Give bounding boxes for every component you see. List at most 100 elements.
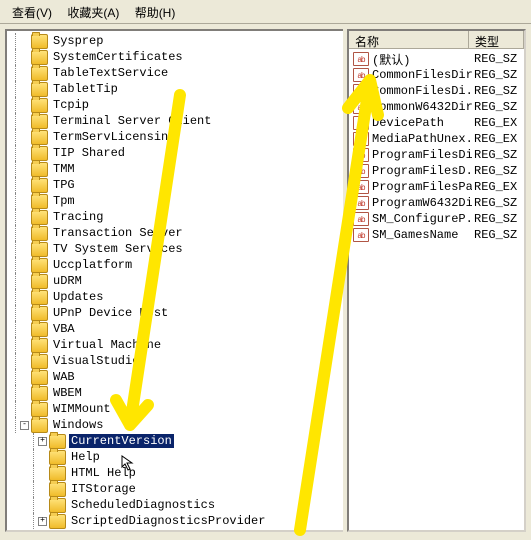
value-name: CommonFilesDir (372, 68, 472, 82)
collapse-icon[interactable]: - (20, 421, 29, 430)
string-value-icon: ab (353, 196, 369, 210)
tree-item-label: Virtual Machine (51, 338, 163, 352)
string-value-icon: ab (353, 84, 369, 98)
tree-item-html-help[interactable]: HTML Help (7, 465, 343, 481)
tree-item-label: ScriptedDiagnosticsProvider (69, 514, 267, 528)
tree-item-label: WIMMount (51, 402, 113, 416)
no-expander (38, 453, 47, 462)
tree-item-transaction-server[interactable]: Transaction Server (7, 225, 343, 241)
tree-item-wbem[interactable]: WBEM (7, 385, 343, 401)
tree-item-wab[interactable]: WAB (7, 369, 343, 385)
value-row[interactable]: abProgramFilesDirREG_SZ (349, 147, 524, 163)
no-expander (38, 469, 47, 478)
tree-item-tpm[interactable]: Tpm (7, 193, 343, 209)
registry-tree-scroll[interactable]: SysprepSystemCertificatesTableTextServic… (7, 31, 343, 530)
tree-item-tpg[interactable]: TPG (7, 177, 343, 193)
tree-item-itstorage[interactable]: ITStorage (7, 481, 343, 497)
value-type: REG_EX (472, 180, 517, 194)
value-type: REG_SZ (472, 68, 517, 82)
tree-item-currentversion[interactable]: + CurrentVersion (7, 433, 343, 449)
tree-item-tip-shared[interactable]: TIP Shared (7, 145, 343, 161)
tree-item-udrm[interactable]: uDRM (7, 273, 343, 289)
value-name: MediaPathUnex... (372, 132, 472, 146)
folder-icon (31, 130, 48, 145)
value-name: (默认) (372, 51, 472, 68)
tree-item-scheduleddiagnostics[interactable]: ScheduledDiagnostics (7, 497, 343, 513)
no-expander (20, 293, 29, 302)
tree-item-tv-system-services[interactable]: TV System Services (7, 241, 343, 257)
tree-item-tcpip[interactable]: Tcpip (7, 97, 343, 113)
tree-item-virtual-machine[interactable]: Virtual Machine (7, 337, 343, 353)
tree-item-label: Uccplatform (51, 258, 134, 272)
no-expander (20, 149, 29, 158)
expand-icon[interactable]: + (38, 517, 47, 526)
value-name: ProgramW6432Dir (372, 196, 472, 210)
tree-item-tracing[interactable]: Tracing (7, 209, 343, 225)
value-row[interactable]: abProgramFilesPathREG_EX (349, 179, 524, 195)
tree-item-tablettip[interactable]: TabletTip (7, 81, 343, 97)
folder-icon (31, 34, 48, 49)
value-type: REG_SZ (472, 84, 517, 98)
no-expander (20, 197, 29, 206)
tree-item-label: Terminal Server Client (51, 114, 213, 128)
tree-item-tabletextservice[interactable]: TableTextService (7, 65, 343, 81)
value-row[interactable]: abDevicePathREG_EX (349, 115, 524, 131)
no-expander (20, 37, 29, 46)
menu-view[interactable]: 查看(V) (6, 0, 58, 21)
value-row[interactable]: abSM_ConfigureP...REG_SZ (349, 211, 524, 227)
value-row[interactable]: abCommonFilesDi...REG_SZ (349, 83, 524, 99)
tree-item-uccplatform[interactable]: Uccplatform (7, 257, 343, 273)
value-type: REG_SZ (472, 228, 517, 242)
column-name[interactable]: 名称 (349, 31, 469, 48)
folder-icon (31, 370, 48, 385)
tree-item-systemcertificates[interactable]: SystemCertificates (7, 49, 343, 65)
value-type: REG_EX (472, 116, 517, 130)
tree-item-wimmount[interactable]: WIMMount (7, 401, 343, 417)
column-type[interactable]: 类型 (469, 31, 524, 48)
value-type: REG_EX (472, 132, 517, 146)
no-expander (20, 277, 29, 286)
tree-item-tmm[interactable]: TMM (7, 161, 343, 177)
tree-item-visualstudio[interactable]: VisualStudio (7, 353, 343, 369)
tree-item-label: CurrentVersion (69, 434, 174, 448)
value-row[interactable]: abCommonFilesDirREG_SZ (349, 67, 524, 83)
no-expander (20, 101, 29, 110)
tree-item-windows[interactable]: -Windows (7, 417, 343, 433)
value-type: REG_SZ (472, 212, 517, 226)
tree-item-label: VisualStudio (51, 354, 141, 368)
no-expander (20, 181, 29, 190)
tree-item-termservlicensing[interactable]: TermServLicensing (7, 129, 343, 145)
value-name: SM_ConfigureP... (372, 212, 472, 226)
value-row[interactable]: ab(默认)REG_SZ (349, 51, 524, 67)
folder-icon (31, 274, 48, 289)
tree-item-vba[interactable]: VBA (7, 321, 343, 337)
folder-icon (49, 514, 66, 529)
expand-icon[interactable]: + (38, 437, 47, 446)
folder-icon (31, 306, 48, 321)
value-row[interactable]: abProgramFilesD...REG_SZ (349, 163, 524, 179)
no-expander (20, 357, 29, 366)
string-value-icon: ab (353, 180, 369, 194)
value-row[interactable]: abSM_GamesNameREG_SZ (349, 227, 524, 243)
folder-icon (31, 146, 48, 161)
folder-icon (31, 82, 48, 97)
tree-item-help[interactable]: Help (7, 449, 343, 465)
folder-icon (49, 482, 66, 497)
no-expander (20, 165, 29, 174)
tree-item-upnp-device-host[interactable]: UPnP Device Host (7, 305, 343, 321)
tree-item-label: Transaction Server (51, 226, 185, 240)
tree-item-sysprep[interactable]: Sysprep (7, 33, 343, 49)
value-row[interactable]: abMediaPathUnex...REG_EX (349, 131, 524, 147)
value-row[interactable]: abProgramW6432DirREG_SZ (349, 195, 524, 211)
folder-icon (31, 98, 48, 113)
value-row[interactable]: abCommonW6432DirREG_SZ (349, 99, 524, 115)
tree-item-terminal-server-client[interactable]: Terminal Server Client (7, 113, 343, 129)
menu-help[interactable]: 帮助(H) (129, 0, 182, 21)
string-value-icon: ab (353, 52, 369, 66)
menu-favorites[interactable]: 收藏夹(A) (61, 0, 125, 21)
tree-item-updates[interactable]: Updates (7, 289, 343, 305)
folder-icon (31, 354, 48, 369)
folder-icon (31, 258, 48, 273)
tree-item-scripteddiagnosticsprovider[interactable]: + ScriptedDiagnosticsProvider (7, 513, 343, 529)
value-name: CommonW6432Dir (372, 100, 472, 114)
